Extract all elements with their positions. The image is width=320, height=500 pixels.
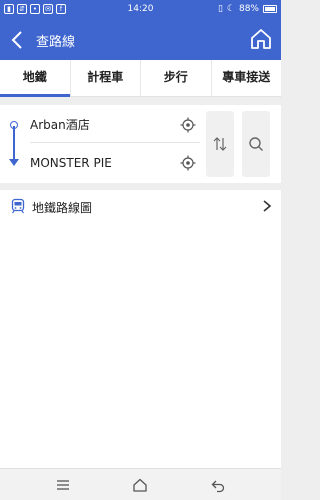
locate-destination-icon[interactable]: [180, 155, 196, 171]
origin-field[interactable]: Arban酒店: [30, 107, 200, 143]
destination-text: MONSTER PIE: [30, 156, 112, 170]
back-arrow-icon: [11, 31, 22, 49]
status-icons-right: ▯ ☾ 88%: [218, 4, 277, 14]
system-home-icon[interactable]: [132, 477, 148, 493]
system-nav-bar: [0, 468, 281, 500]
metro-train-icon: [11, 198, 25, 214]
menu-icon[interactable]: [55, 477, 71, 493]
transport-tabs: 地鐵 計程車 步行 專車接送: [0, 60, 281, 97]
system-back-icon[interactable]: [210, 477, 226, 493]
tab-taxi[interactable]: 計程車: [71, 60, 141, 96]
metro-map-row[interactable]: 地鐵路線圖: [0, 190, 281, 223]
swap-icon: [213, 137, 227, 151]
battery-percent: 88%: [238, 4, 259, 14]
tab-metro[interactable]: 地鐵: [0, 60, 71, 97]
search-button[interactable]: [242, 111, 270, 177]
back-button[interactable]: [6, 28, 30, 52]
metro-map-label: 地鐵路線圖: [32, 201, 93, 215]
page-title: 查路線: [36, 35, 76, 50]
origin-text: Arban酒店: [30, 118, 90, 132]
moon-icon: ☾: [226, 4, 235, 14]
vibrate-icon: ▯: [217, 4, 223, 14]
destination-field[interactable]: MONSTER PIE: [30, 145, 200, 181]
status-bar: ▮ ⇵ • ✉ f 14:20 ▯ ☾ 88%: [0, 0, 281, 20]
tab-walk[interactable]: 步行: [141, 60, 212, 96]
search-icon: [249, 137, 263, 151]
content-area: [0, 223, 281, 468]
destination-arrow-icon: [9, 159, 19, 166]
swap-button[interactable]: [206, 111, 234, 177]
route-line: [13, 126, 15, 160]
app-bar: 查路線: [0, 20, 281, 60]
route-card: Arban酒店 MONSTER PIE: [0, 105, 281, 183]
home-icon: [251, 29, 271, 49]
chevron-right-icon: [263, 200, 272, 212]
locate-origin-icon[interactable]: [180, 117, 196, 133]
tab-private-car[interactable]: 專車接送: [212, 60, 282, 96]
battery-icon: [263, 5, 277, 13]
home-button[interactable]: [249, 27, 273, 51]
